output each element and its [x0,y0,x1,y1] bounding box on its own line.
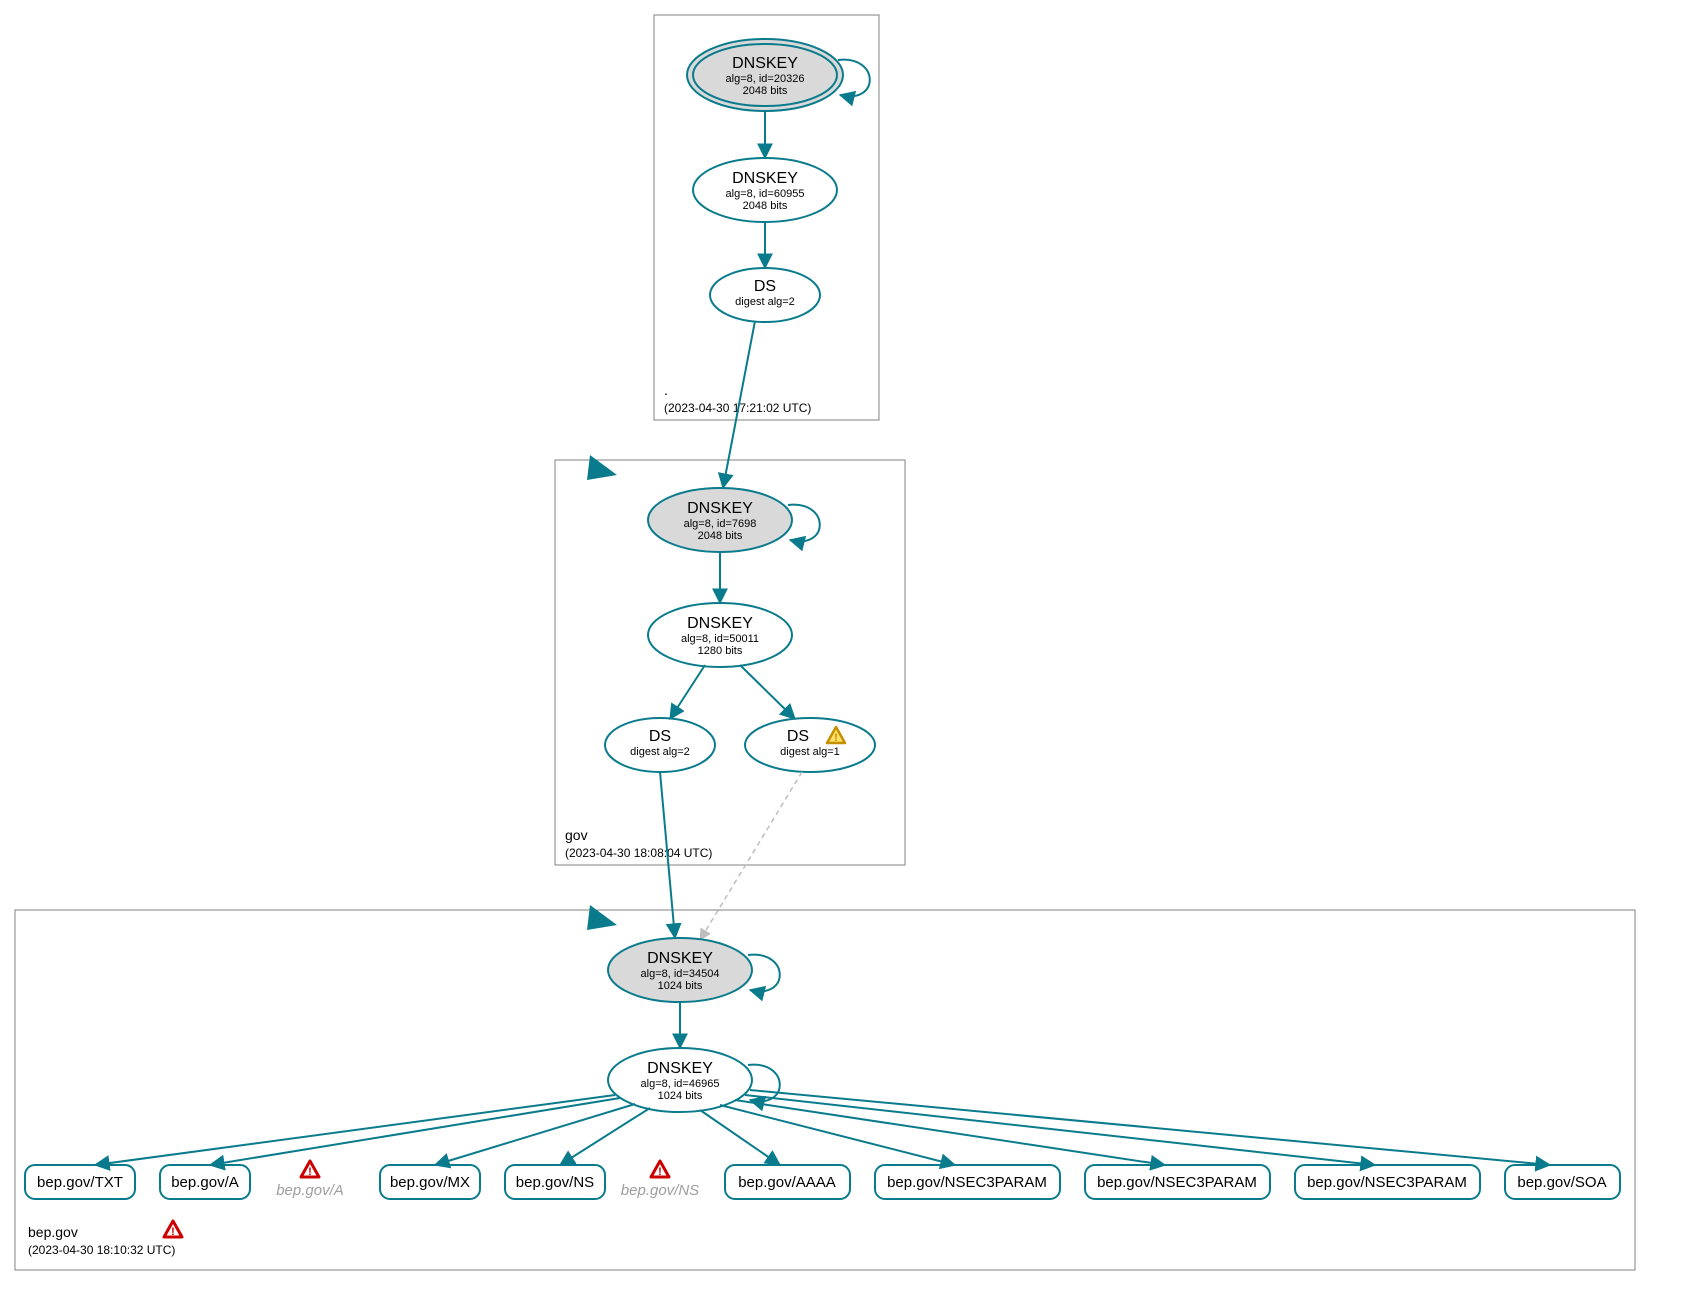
svg-text:bep.gov/SOA: bep.gov/SOA [1517,1174,1606,1191]
rr-ns[interactable]: bep.gov/NS [505,1165,605,1199]
svg-text:DNSKEY: DNSKEY [647,950,713,967]
svg-text:DNSKEY: DNSKEY [732,170,798,187]
node-root-ds[interactable]: DS digest alg=2 [710,268,820,322]
svg-text:DNSKEY: DNSKEY [687,500,753,517]
zone-arrow-root-gov [587,455,617,480]
svg-text:bep.gov/NSEC3PARAM: bep.gov/NSEC3PARAM [887,1174,1047,1191]
edge-self-bep-ksk [748,955,780,992]
zone-gov-ts: (2023-04-30 18:08:04 UTC) [565,846,712,860]
svg-text:bep.gov/NSEC3PARAM: bep.gov/NSEC3PARAM [1097,1174,1257,1191]
edge-zsk-txt [95,1095,615,1165]
svg-text:DNSKEY: DNSKEY [647,1060,713,1077]
svg-text:alg=8, id=34504: alg=8, id=34504 [641,968,720,980]
svg-text:alg=8, id=46965: alg=8, id=46965 [641,1078,720,1090]
error-icon [164,1221,182,1238]
svg-text:alg=8, id=7698: alg=8, id=7698 [684,518,757,530]
svg-text:digest alg=2: digest alg=2 [630,746,690,758]
zone-bep-label: bep.gov [28,1224,78,1240]
svg-text:alg=8, id=50011: alg=8, id=50011 [681,633,759,645]
svg-text:1024 bits: 1024 bits [658,1090,703,1102]
rr-nsec3param-3[interactable]: bep.gov/NSEC3PARAM [1295,1165,1480,1199]
rr-ns-error[interactable]: bep.gov/NS [621,1161,699,1199]
rr-a[interactable]: bep.gov/A [160,1165,250,1199]
svg-text:alg=8, id=20326: alg=8, id=20326 [726,73,805,85]
edge-govds1-bepksk [700,772,802,940]
error-icon [651,1161,669,1178]
zone-root-label: . [664,382,668,398]
edge-zsk-nsec3 [745,1095,1375,1165]
svg-text:alg=8, id=60955: alg=8, id=60955 [726,188,805,200]
edge-zsk-a [210,1098,620,1165]
rr-nsec3param-1[interactable]: bep.gov/NSEC3PARAM [875,1165,1060,1199]
svg-text:DNSKEY: DNSKEY [732,55,798,72]
node-root-zsk[interactable]: DNSKEY alg=8, id=60955 2048 bits [693,158,837,222]
zone-bepgov [15,910,1635,1270]
node-gov-ksk[interactable]: DNSKEY alg=8, id=7698 2048 bits [648,488,792,552]
rr-aaaa[interactable]: bep.gov/AAAA [725,1165,850,1199]
edge-zsk-mx [435,1104,635,1165]
svg-text:bep.gov/AAAA: bep.gov/AAAA [738,1174,836,1191]
svg-text:bep.gov/MX: bep.gov/MX [390,1174,470,1191]
zone-arrow-gov-bep [587,905,617,930]
svg-text:digest alg=1: digest alg=1 [780,746,840,758]
node-gov-zsk[interactable]: DNSKEY alg=8, id=50011 1280 bits [648,603,792,667]
node-gov-ds2[interactable]: DS digest alg=2 [605,718,715,772]
svg-text:DNSKEY: DNSKEY [687,615,753,632]
error-icon [301,1161,319,1178]
rr-soa[interactable]: bep.gov/SOA [1505,1165,1620,1199]
rr-txt[interactable]: bep.gov/TXT [25,1165,135,1199]
rr-a-error[interactable]: bep.gov/A [276,1161,344,1199]
zone-gov-label: gov [565,827,588,843]
svg-text:2048 bits: 2048 bits [743,200,788,212]
svg-text:bep.gov/A: bep.gov/A [276,1182,344,1199]
svg-text:1024 bits: 1024 bits [658,980,703,992]
node-bep-ksk[interactable]: DNSKEY alg=8, id=34504 1024 bits [608,938,752,1002]
svg-text:digest alg=2: digest alg=2 [735,296,795,308]
svg-text:DS: DS [649,728,671,745]
svg-text:bep.gov/TXT: bep.gov/TXT [37,1174,123,1191]
rr-mx[interactable]: bep.gov/MX [380,1165,480,1199]
edge-self-gov-ksk [788,505,820,542]
svg-text:bep.gov/A: bep.gov/A [171,1174,239,1191]
edge-gov-zsk-ds2 [670,665,705,719]
zone-bep-ts: (2023-04-30 18:10:32 UTC) [28,1243,175,1257]
svg-text:DS: DS [787,728,809,745]
svg-text:DS: DS [754,278,776,295]
rr-nsec3param-2[interactable]: bep.gov/NSEC3PARAM [1085,1165,1270,1199]
svg-text:bep.gov/NSEC3PARAM: bep.gov/NSEC3PARAM [1307,1174,1467,1191]
svg-text:2048 bits: 2048 bits [743,85,788,97]
svg-text:2048 bits: 2048 bits [698,530,743,542]
svg-text:bep.gov/NS: bep.gov/NS [516,1174,594,1191]
dnssec-graph: ! ! . (2023-04-30 17:21:02 UTC) gov (202… [0,0,1697,1303]
node-root-ksk[interactable]: DNSKEY alg=8, id=20326 2048 bits [687,39,843,111]
edge-zsk-soa [750,1090,1550,1165]
node-gov-ds1[interactable]: DS digest alg=1 [745,718,875,772]
edge-zsk-ns [560,1108,650,1165]
svg-text:bep.gov/NS: bep.gov/NS [621,1182,699,1199]
node-bep-zsk[interactable]: DNSKEY alg=8, id=46965 1024 bits [608,1048,752,1112]
edge-gov-zsk-ds1 [740,665,795,719]
svg-text:1280 bits: 1280 bits [698,645,743,657]
